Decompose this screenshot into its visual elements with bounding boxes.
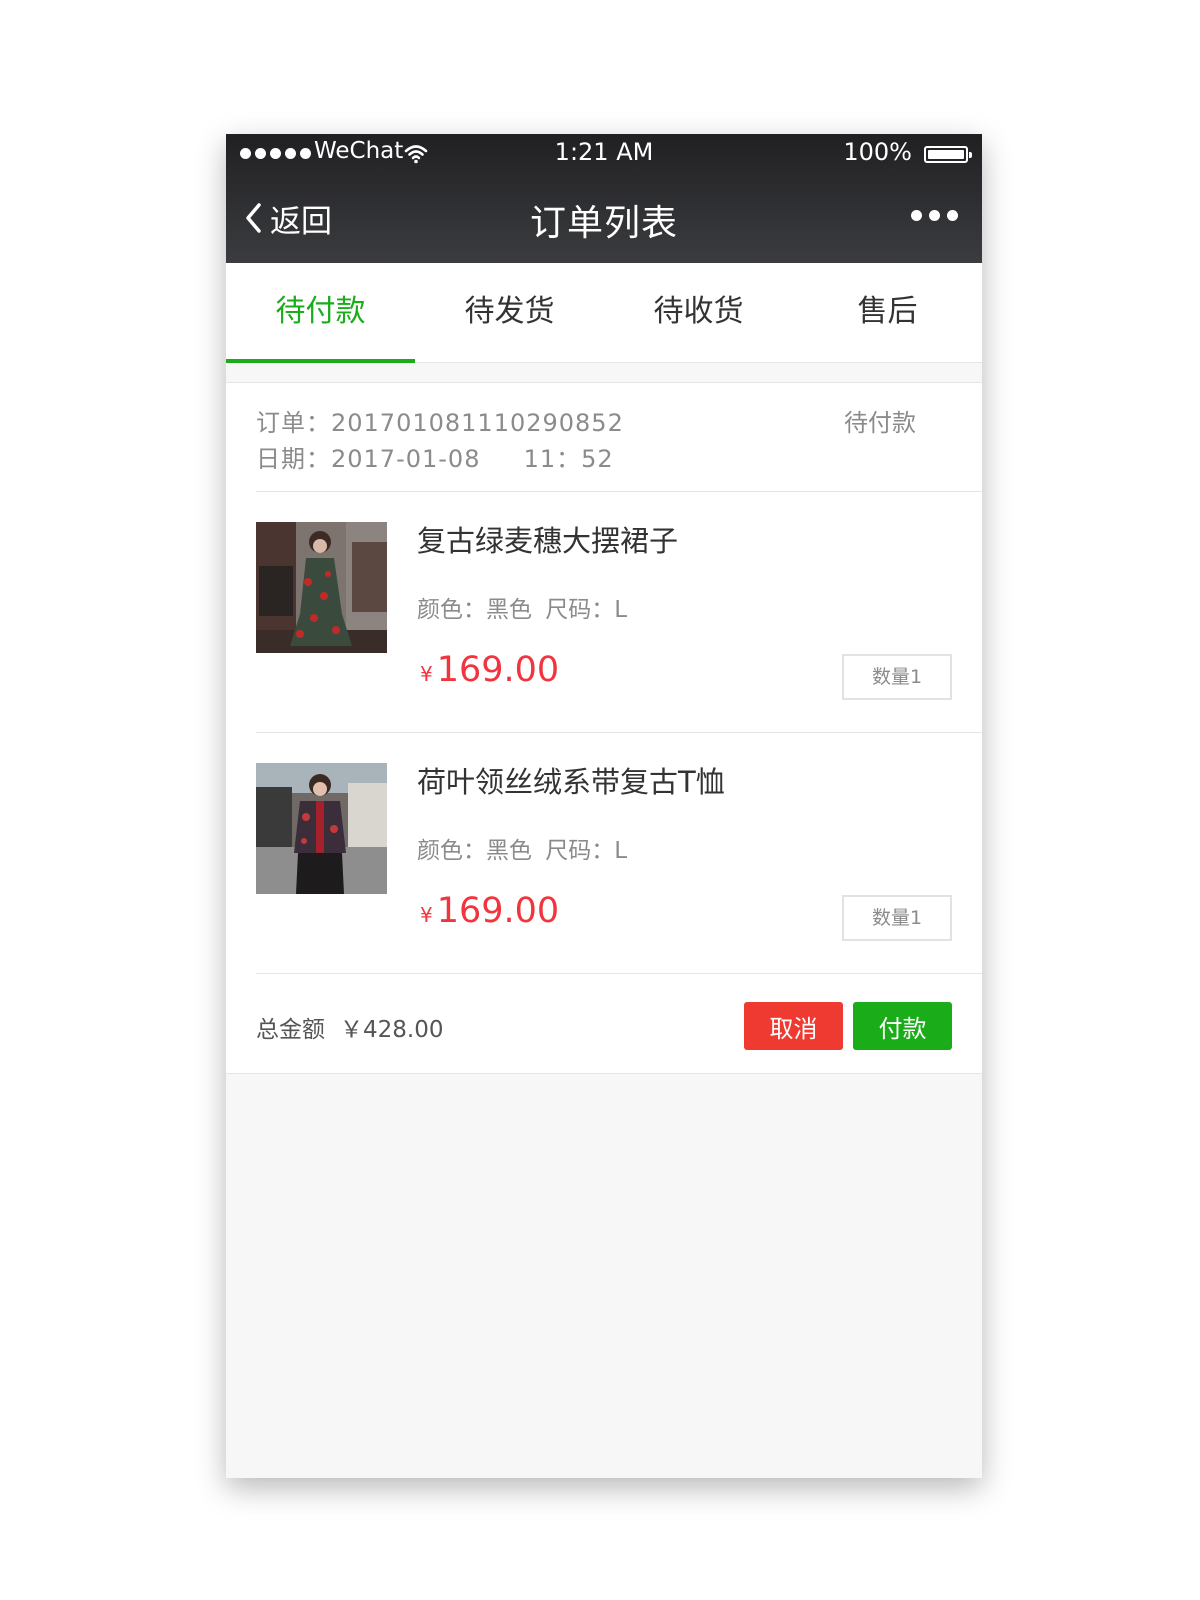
tab-after-sales[interactable]: 售后 [793, 263, 982, 362]
tab-pending-payment[interactable]: 待付款 [226, 263, 415, 363]
product-title: 荷叶领丝绒系带复古T恤 [417, 765, 725, 799]
order-header: 订单：20170108111029085​2 日期：2017-01-08 11：… [256, 383, 982, 492]
order-item[interactable]: 复古绿麦穗大摆裙子 颜色：黑色 尺码：L ¥169.00 数量1 [256, 492, 982, 733]
order-item[interactable]: 荷叶领丝绒系带复古T恤 颜色：黑色 尺码：L ¥169.00 数量1 [256, 733, 982, 974]
order-footer: 总金额 ￥428.00 取消 付款 [256, 974, 982, 1072]
product-spec: 颜色：黑色 尺码：L [417, 838, 628, 864]
phone-screen: WeChat 1:21 AM 100% 返回 订单列表 待付款 待发货 待收货 … [226, 134, 982, 1478]
status-bar: WeChat 1:21 AM 100% [226, 134, 982, 174]
product-price: ¥169.00 [420, 891, 559, 931]
product-price: ¥169.00 [420, 650, 559, 690]
quantity-box: 数量1 [842, 895, 952, 941]
total-label: 总金额 [256, 1017, 325, 1043]
price-currency: ¥ [420, 662, 433, 686]
battery-icon [924, 146, 972, 163]
price-value: 169.00 [436, 891, 560, 931]
cancel-button[interactable]: 取消 [744, 1002, 843, 1050]
page-title: 订单列表 [529, 203, 678, 244]
battery-percentage: 100% [843, 138, 912, 166]
price-value: 169.00 [436, 650, 560, 690]
tab-pending-receipt[interactable]: 待收货 [604, 263, 793, 362]
total-amount: ￥428.00 [340, 1017, 444, 1043]
pay-button[interactable]: 付款 [853, 1002, 952, 1050]
quantity-box: 数量1 [842, 654, 952, 700]
order-card: 订单：20170108111029085​2 日期：2017-01-08 11：… [226, 382, 982, 1074]
product-image [256, 522, 387, 653]
order-status: 待付款 [844, 409, 916, 437]
order-number: 订单：20170108111029085​2 [256, 409, 624, 437]
product-spec: 颜色：黑色 尺码：L [417, 597, 628, 623]
price-currency: ¥ [420, 903, 433, 927]
product-image [256, 763, 387, 894]
product-title: 复古绿麦穗大摆裙子 [417, 524, 679, 558]
navigation-bar: WeChat 1:21 AM 100% 返回 订单列表 [226, 134, 982, 263]
tab-pending-shipment[interactable]: 待发货 [415, 263, 604, 362]
order-date: 日期：2017-01-08 11：52 [256, 445, 614, 473]
order-status-tabs: 待付款 待发货 待收货 售后 [226, 263, 982, 363]
more-options-icon[interactable] [911, 210, 958, 221]
